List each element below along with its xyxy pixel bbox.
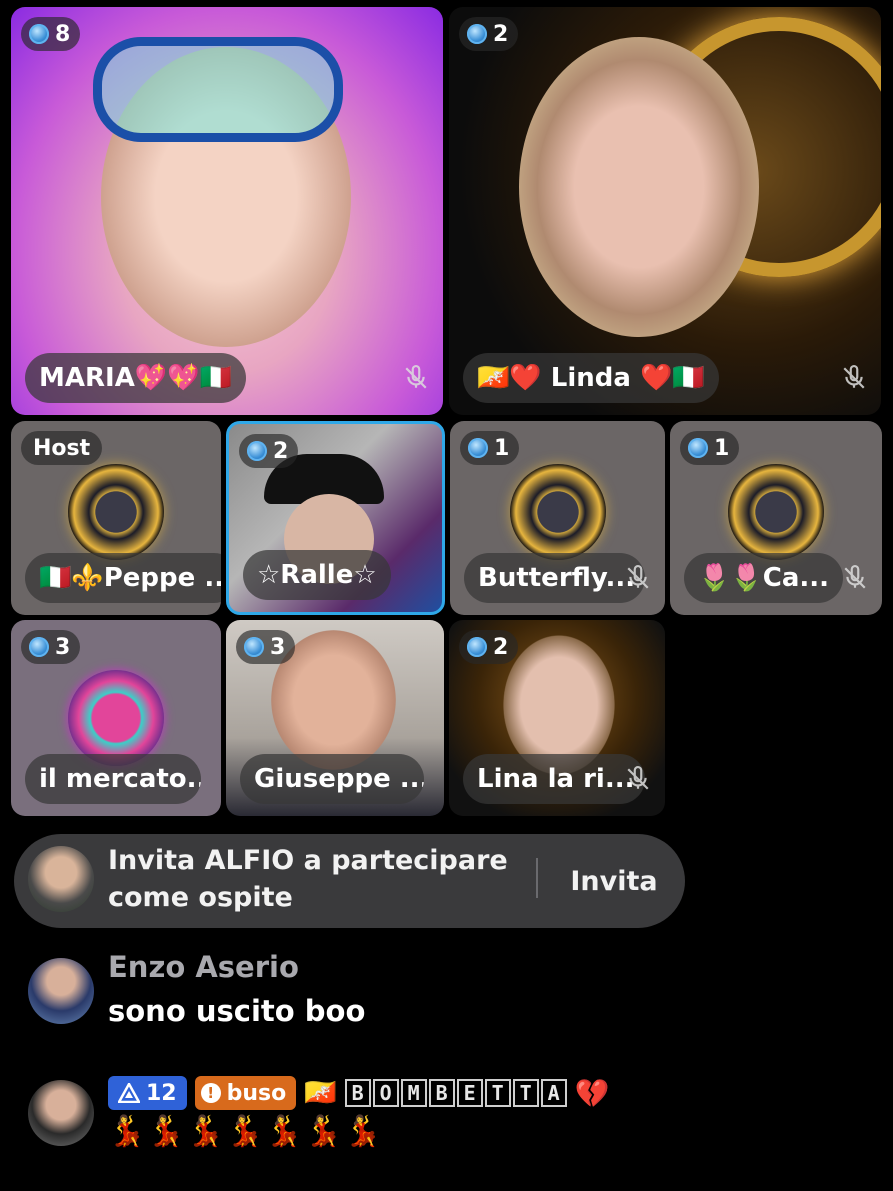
- viewer-count-badge: 2: [459, 17, 519, 51]
- gem-icon: [29, 637, 49, 657]
- invite-guest-banner: Invita ALFIO a partecipare come ospite I…: [14, 834, 685, 928]
- participant-name: 🌷🌷Ca...: [684, 553, 844, 603]
- participant-tile-maria[interactable]: 8 MARIA💖💖🇮🇹: [11, 7, 443, 415]
- mic-muted-icon: [627, 766, 649, 790]
- viewer-count-badge: 3: [236, 630, 296, 664]
- participant-name: Lina la ri...: [463, 754, 645, 804]
- viewer-count-badge: 2: [459, 630, 519, 664]
- host-badge: Host: [21, 431, 103, 465]
- participant-tile-il-mercato[interactable]: 3 il mercato...: [11, 620, 221, 816]
- comment-username-boxed[interactable]: B O M B E T T A: [344, 1079, 567, 1107]
- viewer-count-badge: 1: [460, 431, 520, 465]
- commenter-avatar[interactable]: [28, 958, 94, 1024]
- heart-alert-icon: !: [200, 1083, 221, 1103]
- divider: [536, 858, 538, 898]
- gem-icon: [247, 441, 267, 461]
- participant-tile-peppe-host[interactable]: Host 🇮🇹⚜️Peppe ...: [11, 421, 221, 615]
- username-letter: O: [372, 1079, 399, 1107]
- flag-emoji: 🇧🇹: [304, 1078, 337, 1108]
- viewer-count-badge: 3: [21, 630, 81, 664]
- username-letter: T: [512, 1079, 539, 1107]
- gem-icon: [29, 24, 49, 44]
- gem-icon: [688, 438, 708, 458]
- goggles-overlay: [93, 37, 343, 142]
- comment-header: 12 ! buso 🇧🇹 B O M B E T T A 💔: [108, 1075, 610, 1111]
- participant-name: 🇮🇹⚜️Peppe ...: [25, 553, 221, 603]
- gem-icon: [244, 637, 264, 657]
- participant-name: Butterfly...: [464, 553, 645, 603]
- participant-name: Giuseppe ...: [240, 754, 424, 804]
- participant-tile-giuseppe[interactable]: 3 Giuseppe ...: [226, 620, 444, 816]
- mic-muted-icon: [405, 365, 427, 389]
- mic-muted-icon: [843, 365, 865, 389]
- username-letter: E: [456, 1079, 483, 1107]
- participant-name: MARIA💖💖🇮🇹: [25, 353, 246, 403]
- viewer-count-badge: 2: [239, 434, 299, 468]
- squadrafortissimi-logo: [728, 464, 824, 560]
- mic-muted-icon: [627, 565, 649, 589]
- participant-tile-linda[interactable]: 2 🇧🇹❤️ Linda ❤️🇮🇹: [449, 7, 881, 415]
- squadrafortissimi-logo: [68, 464, 164, 560]
- triangle-level-icon: [118, 1083, 140, 1103]
- username-letter: M: [400, 1079, 427, 1107]
- gem-icon: [467, 24, 487, 44]
- participant-name: 🇧🇹❤️ Linda ❤️🇮🇹: [463, 353, 719, 403]
- level-badge: 12: [108, 1076, 187, 1110]
- participant-video: [519, 37, 759, 337]
- viewer-count-badge: 8: [21, 17, 81, 51]
- broken-heart-emoji: 💔: [574, 1076, 610, 1110]
- username-letter: B: [428, 1079, 455, 1107]
- participant-tile-ca[interactable]: 1 🌷🌷Ca...: [670, 421, 882, 615]
- il-mercato-logo: [68, 670, 164, 766]
- participant-tile-butterfly[interactable]: 1 Butterfly...: [450, 421, 665, 615]
- comment-text: sono uscito boo: [108, 994, 366, 1028]
- comment-text: 💃💃💃💃💃💃💃: [108, 1114, 384, 1149]
- invite-text: Invita ALFIO a partecipare come ospite: [108, 845, 508, 913]
- participant-tile-ralle[interactable]: 2 ☆Ralle☆: [226, 421, 445, 615]
- invitee-avatar: [28, 846, 94, 912]
- participant-name: ☆Ralle☆: [243, 550, 391, 600]
- invite-button[interactable]: Invita: [554, 834, 674, 928]
- comment-username[interactable]: Enzo Aserio: [108, 950, 299, 984]
- commenter-avatar[interactable]: [28, 1080, 94, 1146]
- username-letter: A: [540, 1079, 567, 1107]
- squadrafortissimi-logo: [509, 464, 606, 560]
- fan-club-badge: ! buso: [194, 1076, 297, 1110]
- participant-tile-lina[interactable]: 2 Lina la ri...: [449, 620, 665, 816]
- gem-icon: [467, 637, 487, 657]
- gem-icon: [468, 438, 488, 458]
- username-letter: B: [344, 1079, 371, 1107]
- username-letter: T: [484, 1079, 511, 1107]
- mic-muted-icon: [844, 565, 866, 589]
- viewer-count-badge: 1: [680, 431, 740, 465]
- participant-name: il mercato...: [25, 754, 201, 804]
